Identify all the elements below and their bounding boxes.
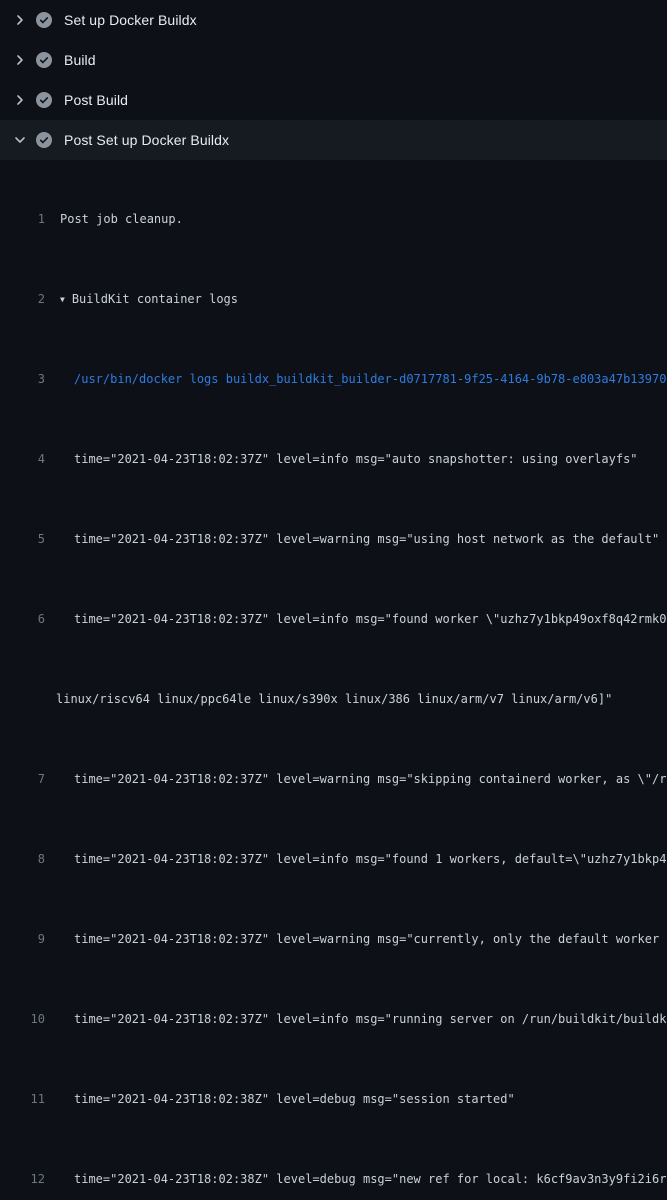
log-line: time="2021-04-23T18:02:38Z" level=debug … [56, 1169, 667, 1189]
step-row[interactable]: Build [0, 40, 667, 80]
log-text: time="2021-04-23T18:02:37Z" level=info m… [74, 852, 667, 866]
log-row[interactable]: 2 ▼ BuildKit container logs [0, 289, 667, 309]
line-number[interactable]: 8 [0, 849, 45, 869]
log-line: time="2021-04-23T18:02:38Z" level=debug … [56, 1089, 515, 1109]
log-line: /usr/bin/docker logs buildx_buildkit_bui… [56, 369, 666, 389]
log-line: time="2021-04-23T18:02:37Z" level=info m… [56, 609, 667, 629]
line-number[interactable]: 10 [0, 1009, 45, 1029]
log-row: 8 time="2021-04-23T18:02:37Z" level=info… [0, 849, 667, 869]
chevron-right-icon[interactable] [12, 92, 28, 108]
log-text: time="2021-04-23T18:02:37Z" level=warnin… [74, 772, 667, 786]
log-text: Post job cleanup. [60, 212, 183, 226]
step-label: Build [64, 52, 96, 68]
line-number[interactable]: 1 [0, 209, 45, 229]
log-row: 11 time="2021-04-23T18:02:38Z" level=deb… [0, 1089, 667, 1109]
line-number[interactable]: 7 [0, 769, 45, 789]
group-toggle-icon[interactable]: ▼ [60, 290, 65, 309]
log-text: BuildKit container logs [72, 292, 238, 306]
step-label: Post Build [64, 92, 128, 108]
log-line: ▼ BuildKit container logs [56, 289, 238, 309]
log-line: linux/riscv64 linux/ppc64le linux/s390x … [56, 689, 612, 709]
log-text: linux/riscv64 linux/ppc64le linux/s390x … [56, 692, 612, 706]
check-circle-icon [36, 12, 52, 28]
log-text: time="2021-04-23T18:02:37Z" level=warnin… [74, 932, 667, 946]
line-number[interactable]: 6 [0, 609, 45, 629]
line-number[interactable]: 4 [0, 449, 45, 469]
line-number[interactable]: 3 [0, 369, 45, 389]
log-line: time="2021-04-23T18:02:37Z" level=warnin… [56, 529, 659, 549]
log-row: 1 Post job cleanup. [0, 209, 667, 229]
step-row[interactable]: Post Build [0, 80, 667, 120]
log-row: 4 time="2021-04-23T18:02:37Z" level=info… [0, 449, 667, 469]
log-view: 1 Post job cleanup. 2 ▼ BuildKit containe… [0, 160, 667, 1200]
log-text: time="2021-04-23T18:02:38Z" level=debug … [74, 1172, 667, 1186]
log-text: time="2021-04-23T18:02:37Z" level=info m… [74, 612, 667, 626]
log-text: time="2021-04-23T18:02:37Z" level=info m… [74, 1012, 667, 1026]
log-row: 7 time="2021-04-23T18:02:37Z" level=warn… [0, 769, 667, 789]
log-text: /usr/bin/docker logs buildx_buildkit_bui… [74, 372, 666, 386]
log-line: time="2021-04-23T18:02:37Z" level=info m… [56, 449, 638, 469]
check-circle-icon [36, 92, 52, 108]
log-line: time="2021-04-23T18:02:37Z" level=warnin… [56, 929, 667, 949]
log-row: 10 time="2021-04-23T18:02:37Z" level=inf… [0, 1009, 667, 1029]
chevron-down-icon[interactable] [12, 132, 28, 148]
line-number[interactable]: 2 [0, 289, 45, 309]
line-number[interactable]: 9 [0, 929, 45, 949]
log-row: 9 time="2021-04-23T18:02:37Z" level=warn… [0, 929, 667, 949]
steps-list: Set up Docker Buildx Build P [0, 0, 667, 160]
log-row: linux/riscv64 linux/ppc64le linux/s390x … [0, 689, 667, 709]
step-label: Set up Docker Buildx [64, 12, 197, 28]
log-row: 12 time="2021-04-23T18:02:38Z" level=deb… [0, 1169, 667, 1189]
log-row: 6 time="2021-04-23T18:02:37Z" level=info… [0, 609, 667, 629]
line-number[interactable] [0, 689, 45, 709]
check-circle-icon [36, 52, 52, 68]
step-row[interactable]: Set up Docker Buildx [0, 0, 667, 40]
chevron-right-icon[interactable] [12, 12, 28, 28]
log-line: time="2021-04-23T18:02:37Z" level=warnin… [56, 769, 667, 789]
log-line: Post job cleanup. [56, 209, 183, 229]
line-number[interactable]: 11 [0, 1089, 45, 1109]
log-row: 3 /usr/bin/docker logs buildx_buildkit_b… [0, 369, 667, 389]
log-text: time="2021-04-23T18:02:37Z" level=info m… [74, 452, 638, 466]
log-line: time="2021-04-23T18:02:37Z" level=info m… [56, 849, 667, 869]
check-circle-icon [36, 132, 52, 148]
log-text: time="2021-04-23T18:02:38Z" level=debug … [74, 1092, 515, 1106]
line-number[interactable]: 12 [0, 1169, 45, 1189]
step-row[interactable]: Post Set up Docker Buildx [0, 120, 667, 160]
line-number[interactable]: 5 [0, 529, 45, 549]
step-label: Post Set up Docker Buildx [64, 132, 229, 148]
log-text: time="2021-04-23T18:02:37Z" level=warnin… [74, 532, 659, 546]
log-row: 5 time="2021-04-23T18:02:37Z" level=warn… [0, 529, 667, 549]
chevron-right-icon[interactable] [12, 52, 28, 68]
log-line: time="2021-04-23T18:02:37Z" level=info m… [56, 1009, 667, 1029]
